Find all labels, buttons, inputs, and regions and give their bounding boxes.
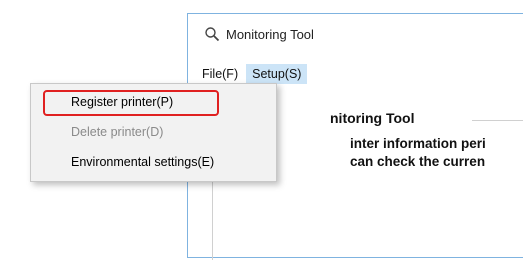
description-line-2: can check the curren [350, 154, 486, 169]
menu-item-register-printer[interactable]: Register printer(P) [71, 95, 173, 109]
description-text: inter information peri can check the cur… [350, 135, 523, 171]
group-divider [472, 120, 523, 121]
menu-item-delete-printer: Delete printer(D) [71, 125, 164, 139]
setup-dropdown-menu: Register printer(P) Delete printer(D) En… [30, 83, 277, 182]
description-line-1: inter information peri [350, 136, 486, 151]
window-title: Monitoring Tool [226, 26, 314, 42]
menu-setup[interactable]: Setup(S) [246, 64, 308, 84]
menu-file[interactable]: File(F) [196, 64, 244, 84]
title-bar: Monitoring Tool [188, 14, 523, 54]
menu-item-environmental-settings[interactable]: Environmental settings(E) [71, 155, 214, 169]
group-title: nitoring Tool [330, 110, 421, 126]
magnifier-icon [204, 26, 220, 42]
